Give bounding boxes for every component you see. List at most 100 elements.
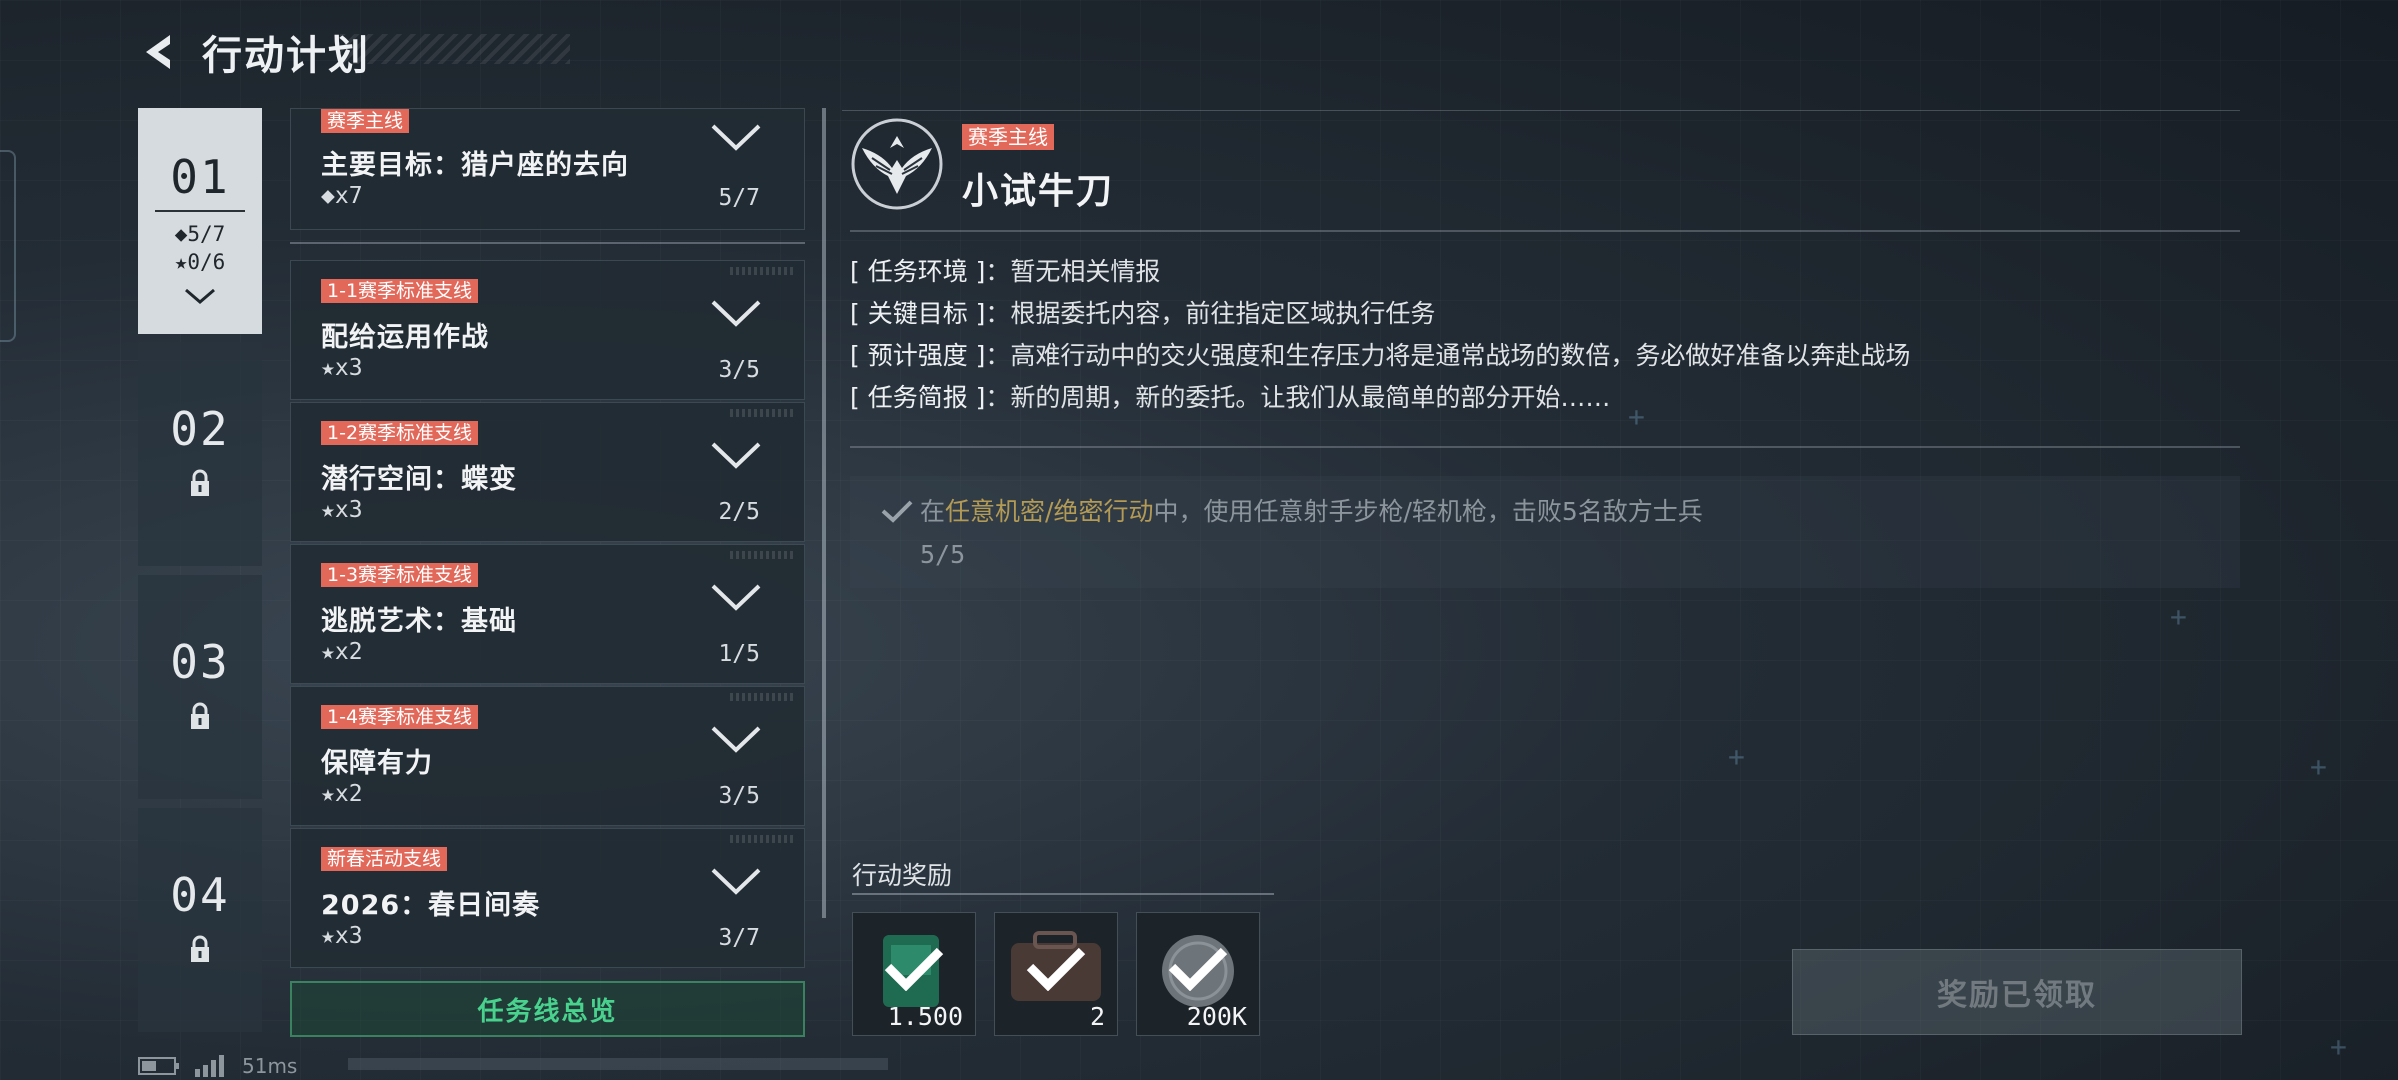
mission-card-spring[interactable]: 新春活动支线 2026：春日间奏 ★x3 3/7 [290,828,805,968]
mission-overview-button[interactable]: 任务线总览 [290,981,805,1037]
mission-reward: ★x3 [321,923,363,949]
mission-card-1-4[interactable]: 1-4赛季标准支线 保障有力 ★x2 3/5 [290,686,805,826]
card-decoration [730,835,796,843]
info-label: [ 任务简报 ] [850,383,986,412]
chevron-down-icon[interactable] [710,865,762,897]
chapter-tab-03[interactable]: 03 [138,575,262,799]
mission-reward: ★x3 [321,497,363,523]
detail-top-divider [842,110,2240,111]
info-label: [ 关键目标 ] [850,299,986,328]
mission-card-1-1[interactable]: 1-1赛季标准支线 配给运用作战 ★x3 3/5 [290,260,805,400]
back-button[interactable] [138,29,184,75]
chapter-number: 02 [170,402,230,456]
mission-card-main[interactable]: 赛季主线 主要目标：猎户座的去向 ◆x7 5/7 [290,108,805,230]
mission-title: 配给运用作战 [321,322,489,353]
chapter-tab-01[interactable]: 01 ◆5/7 ★0/6 [138,108,262,334]
back-arrow-icon [146,35,170,69]
mission-progress: 1/5 [718,641,760,667]
claim-reward-button[interactable]: 奖励已领取 [1792,949,2242,1035]
chevron-down-icon[interactable] [710,297,762,329]
mission-progress: 3/5 [718,783,760,809]
status-blur [348,1058,888,1070]
info-value: ：根据委托内容，前往指定区域执行任务 [985,299,1436,328]
mission-tag: 1-3赛季标准支线 [321,563,479,587]
card-decoration [730,551,796,559]
chapter-number: 04 [170,868,230,922]
rewards-divider [852,893,1274,895]
info-briefing: [ 任务简报 ]：新的周期，新的委托。让我们从最简单的部分开始…… [850,378,1610,414]
lock-icon [191,702,209,729]
objective-prefix: 在 [920,497,946,526]
mission-card-1-3[interactable]: 1-3赛季标准支线 逃脱艺术：基础 ★x2 1/5 [290,544,805,684]
mission-tag: 1-4赛季标准支线 [321,705,479,729]
detail-divider [850,446,2240,448]
check-icon [884,947,944,991]
reward-item-ticket[interactable]: 1.500 [852,912,976,1036]
objective-item: 在任意机密/绝密行动中，使用任意射手步枪/轻机枪，击败5名敌方士兵 5/5 [850,476,2240,588]
detail-title: 小试牛刀 [962,171,1115,212]
list-divider [290,242,805,244]
signal-icon [195,1055,224,1077]
check-icon [881,500,913,523]
ping-value: 51ms [242,1054,298,1078]
mission-tag: 新春活动支线 [321,847,448,871]
mission-tag: 1-2赛季标准支线 [321,421,479,445]
chapter-tab-02[interactable]: 02 [138,342,262,566]
mission-reward: ★x2 [321,781,363,807]
mission-title: 保障有力 [321,748,433,779]
eagle-emblem-icon [851,118,943,210]
info-value: ：暂无相关情报 [985,257,1161,286]
mission-card-1-2[interactable]: 1-2赛季标准支线 潜行空间：蝶变 ★x3 2/5 [290,402,805,542]
mission-progress: 5/7 [718,185,760,211]
reward-item-coin[interactable]: 200K [1136,912,1260,1036]
chapter-tab-04[interactable]: 04 [138,808,262,1032]
info-value: ：高难行动中的交火强度和生存压力将是通常战场的数倍，务必做好准备以奔赴战场 [985,341,1911,370]
card-decoration [730,693,796,701]
rewards-label: 行动奖励 [852,861,953,890]
status-bar: 51ms [138,1054,297,1078]
check-icon [1168,947,1228,991]
plus-decoration: + [1728,740,1745,773]
chevron-down-icon[interactable] [710,121,762,153]
mission-reward: ★x3 [321,355,363,381]
chapter-divider [155,210,245,212]
objective-text: 在任意机密/绝密行动中，使用任意射手步枪/轻机枪，击败5名敌方士兵 [920,492,1703,528]
side-drawer-tab[interactable] [0,150,16,342]
info-label: [ 预计强度 ] [850,341,986,370]
reward-item-case[interactable]: 2 [994,912,1118,1036]
title-decoration [340,34,570,64]
mission-title: 主要目标：猎户座的去向 [321,150,629,181]
header: 行动计划 [138,22,370,82]
mission-reward: ◆x7 [321,183,363,209]
chevron-down-icon[interactable] [710,439,762,471]
info-key-target: [ 关键目标 ]：根据委托内容，前往指定区域执行任务 [850,294,1435,330]
check-icon [1026,947,1086,991]
chevron-down-icon[interactable] [710,723,762,755]
mission-title: 2026：春日间奏 [321,890,541,921]
chapter-number: 01 [170,150,230,204]
list-scrollbar[interactable] [822,108,826,918]
card-decoration [730,267,796,275]
lock-icon [191,469,209,496]
chevron-down-icon[interactable] [710,581,762,613]
reward-quantity: 1.500 [887,1002,963,1031]
reward-quantity: 200K [1186,1002,1247,1031]
objective-highlight: 任意机密/绝密行动 [945,497,1154,526]
plus-decoration: + [2330,1030,2347,1063]
info-label: [ 任务环境 ] [850,257,986,286]
detail-divider [850,230,2240,232]
mission-title: 潜行空间：蝶变 [321,464,517,495]
mission-progress: 3/5 [718,357,760,383]
chapter-number: 03 [170,635,230,689]
info-intensity: [ 预计强度 ]：高难行动中的交火强度和生存压力将是通常战场的数倍，务必做好准备… [850,336,1910,372]
mission-tag: 赛季主线 [321,109,410,133]
reward-quantity: 2 [1089,1002,1105,1031]
mission-reward: ★x2 [321,639,363,665]
chapter-diamond-count: ◆5/7 [174,222,226,246]
plus-decoration: + [2310,750,2327,783]
objective-suffix: 中，使用任意射手步枪/轻机枪，击败5名敌方士兵 [1153,497,1703,526]
mission-progress: 2/5 [718,499,760,525]
chapter-star-count: ★0/6 [174,250,226,274]
mission-tag: 1-1赛季标准支线 [321,279,479,303]
card-decoration [730,409,796,417]
